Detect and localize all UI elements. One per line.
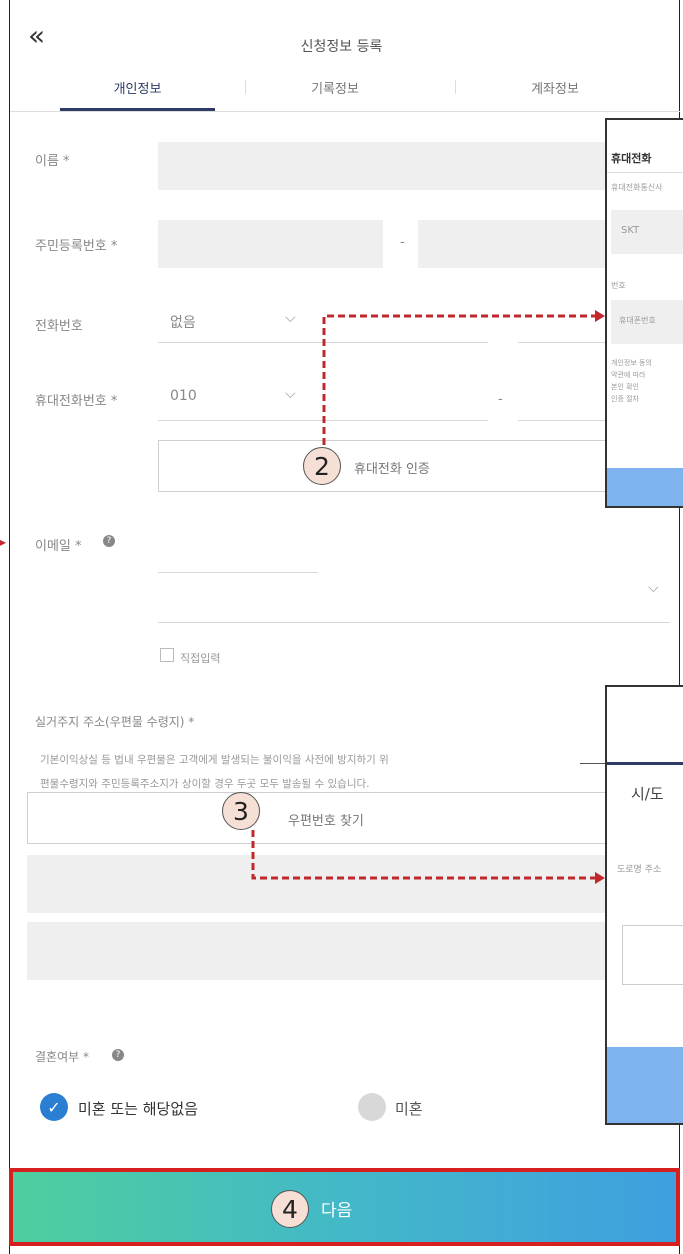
arrow-head-icon [595,872,605,884]
next-button[interactable]: 4 다음 [9,1168,680,1246]
step-4-badge: 4 [271,1190,309,1228]
step-2-arrow [322,314,595,445]
arrow-head-icon [595,310,605,322]
next-button-label: 다음 [321,1201,353,1221]
step-3-arrow [251,830,595,880]
annotation-arrows [251,310,605,884]
